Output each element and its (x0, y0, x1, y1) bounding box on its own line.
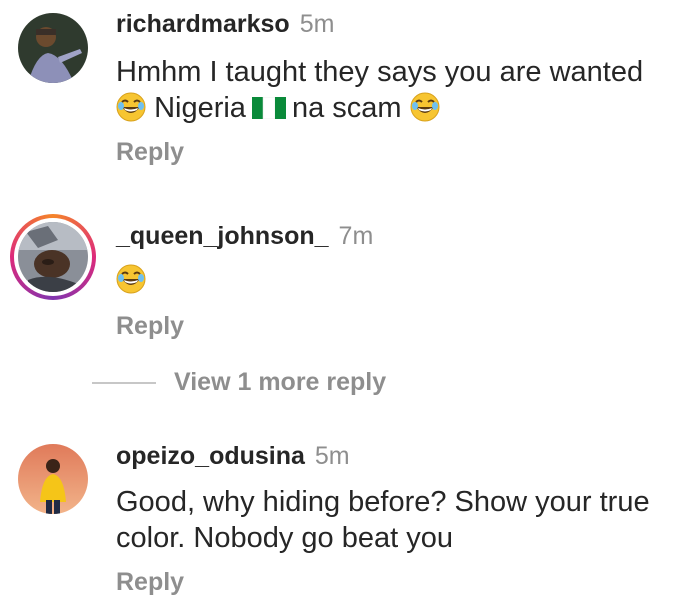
laughing-emoji-icon (410, 92, 440, 122)
username[interactable]: _queen_johnson_ (116, 222, 329, 250)
avatar-image (18, 13, 88, 83)
comment-word: na scam (291, 92, 402, 124)
username[interactable]: richardmarkso (116, 10, 290, 38)
view-more-replies-button[interactable]: View 1 more reply (92, 368, 386, 397)
laughing-emoji-icon (116, 92, 146, 122)
timestamp: 5m (314, 442, 350, 470)
comment-line: Good, why hiding before? Show your true (116, 486, 650, 518)
comment-word: Nigeria (154, 92, 246, 124)
comment-meta: opeizo_odusina 5m (116, 441, 350, 471)
comment-line: Hmhm I taught they says you are wanted (116, 56, 644, 88)
laughing-emoji-icon (116, 264, 146, 294)
avatar[interactable] (18, 13, 88, 83)
avatar (18, 222, 88, 292)
avatar-image (18, 222, 88, 292)
view-more-label: View 1 more reply (174, 368, 387, 396)
comment-text: Good, why hiding before? Show your true … (116, 484, 686, 556)
comment-line: color. Nobody go beat you (116, 522, 453, 554)
username[interactable]: opeizo_odusina (116, 442, 305, 470)
timestamp: 7m (338, 222, 374, 250)
comment-text (116, 262, 686, 298)
nigeria-flag-icon (251, 97, 286, 119)
reply-button[interactable]: Reply (116, 138, 184, 167)
comment-text: Hmhm I taught they says you are wanted N… (116, 54, 686, 126)
timestamp: 5m (299, 10, 335, 38)
comment-line: Nigeria na scam (116, 90, 686, 126)
story-ring[interactable] (10, 214, 96, 300)
comment-meta: richardmarkso 5m (116, 9, 334, 39)
avatar[interactable] (18, 444, 88, 514)
reply-button[interactable]: Reply (116, 312, 184, 341)
divider-line (92, 381, 156, 384)
avatar-image (18, 444, 88, 514)
comment-meta: _queen_johnson_ 7m (116, 221, 373, 251)
